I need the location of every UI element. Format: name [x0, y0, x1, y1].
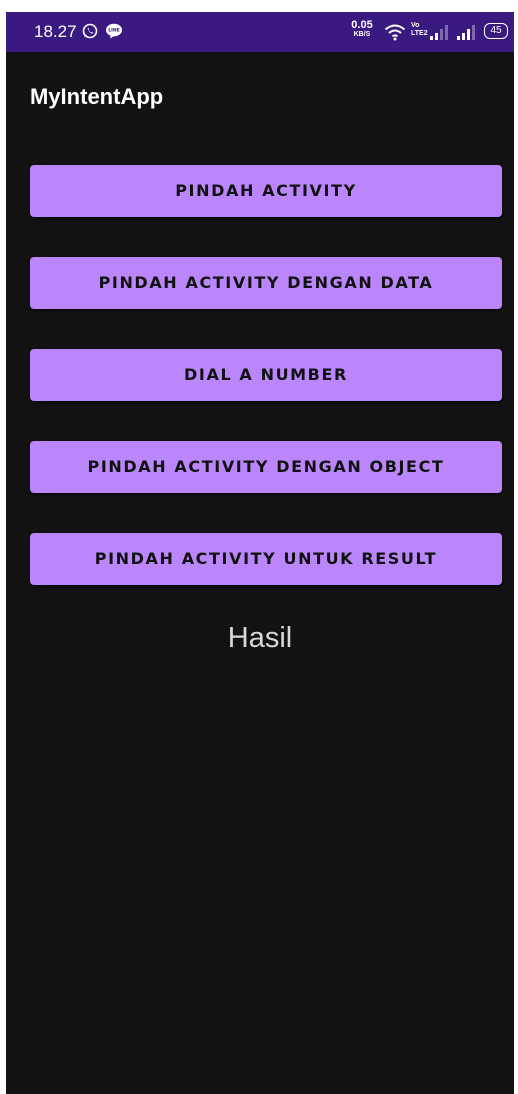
volte-top-label: Vo: [411, 22, 420, 29]
pindah-activity-dengan-data-button[interactable]: PINDAH ACTIVITY DENGAN DATA: [30, 257, 502, 309]
battery-icon: 45: [484, 23, 508, 39]
dial-number-button[interactable]: DIAL A NUMBER: [30, 349, 502, 401]
network-speed-unit: KB/S: [353, 31, 371, 38]
volte-bottom-label: LTE2: [411, 30, 428, 37]
result-text: Hasil: [227, 622, 293, 654]
signal-icon: [455, 24, 477, 40]
network-speed-value: 0.05: [351, 19, 373, 31]
status-bar: 18.27 LINE 0.05 KB/S Vo LTE2 45: [6, 12, 514, 52]
pindah-activity-untuk-result-button[interactable]: PINDAH ACTIVITY UNTUK RESULT: [30, 533, 502, 585]
network-speed: 0.05 KB/S: [348, 20, 376, 39]
pindah-activity-dengan-object-button[interactable]: PINDAH ACTIVITY DENGAN OBJECT: [30, 441, 502, 493]
wifi-icon: [384, 23, 406, 41]
phone-screen: 18.27 LINE 0.05 KB/S Vo LTE2 45 MyIntent…: [6, 12, 514, 1094]
pindah-activity-button[interactable]: PINDAH ACTIVITY: [30, 165, 502, 217]
volte-indicator: Vo LTE2: [411, 22, 429, 38]
status-time: 18.27: [34, 22, 77, 41]
app-title: MyIntentApp: [30, 84, 164, 109]
signal-icon: [428, 24, 450, 40]
line-icon: LINE: [105, 23, 123, 39]
whatsapp-icon: [82, 23, 98, 39]
svg-text:LINE: LINE: [108, 28, 120, 34]
